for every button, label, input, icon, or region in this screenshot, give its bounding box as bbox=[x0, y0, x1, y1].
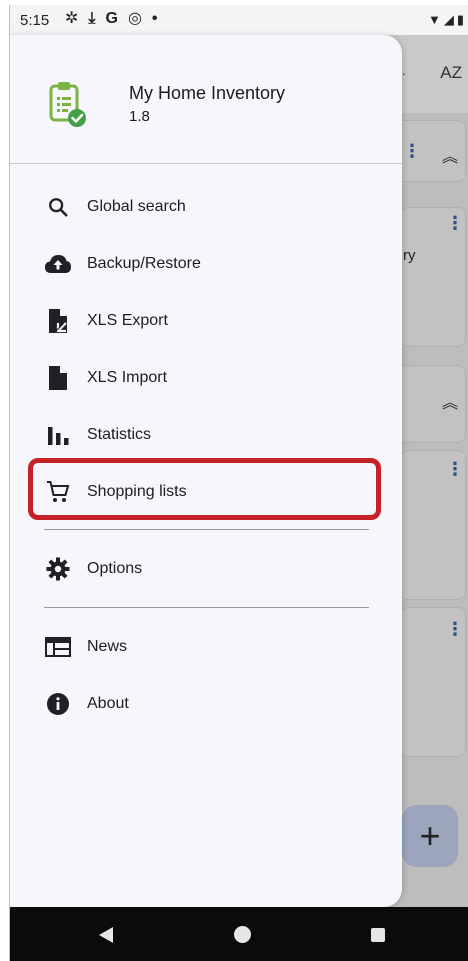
menu-item-label: About bbox=[87, 695, 129, 712]
add-fab-button[interactable]: + bbox=[402, 805, 458, 867]
app-logo-icon bbox=[49, 82, 86, 127]
more-vert-icon: ⋮ bbox=[403, 141, 421, 161]
menu-item-about[interactable]: About bbox=[10, 681, 402, 727]
menu-item-xls-import[interactable]: XLS Import bbox=[10, 355, 402, 401]
app-title: My Home Inventory bbox=[129, 83, 286, 103]
background-card-text: ry bbox=[403, 247, 416, 264]
menu-item-label: News bbox=[87, 638, 128, 655]
chevron-up-icon: ︽ bbox=[442, 395, 459, 412]
download-icon: ⤓ bbox=[88, 10, 96, 27]
search-icon bbox=[44, 193, 72, 221]
google-icon: G bbox=[105, 10, 118, 27]
chevron-up-icon: ︽ bbox=[442, 149, 459, 166]
menu-item-backup-restore[interactable]: Backup/Restore bbox=[10, 241, 402, 287]
more-vert-icon: ⋮ bbox=[446, 619, 464, 639]
signal-icon: ◢ bbox=[443, 12, 454, 27]
menu-item-options[interactable]: Options bbox=[10, 546, 402, 592]
menu-item-xls-export[interactable]: XLS Export bbox=[10, 298, 402, 344]
navigation-drawer: My Home Inventory 1.8 Global search Back… bbox=[10, 35, 402, 907]
sort-az-button[interactable]: AZ bbox=[440, 63, 462, 83]
menu-item-label: Global search bbox=[87, 198, 186, 215]
status-icons: ✲ ⤓ G ◎ • bbox=[65, 9, 158, 29]
header-divider bbox=[10, 163, 402, 164]
more-vert-icon: ⋮ bbox=[446, 213, 464, 233]
phone-screen: 5:15 ✲ ⤓ G ◎ • ▼ ◢ ▮ · AZ ⋮ ︽ ⋮ ry ︽ ⋮ ⋮… bbox=[9, 5, 468, 961]
cloud-upload-icon bbox=[44, 250, 72, 278]
info-icon bbox=[44, 690, 72, 718]
menu-item-news[interactable]: News bbox=[10, 624, 402, 670]
app-version: 1.8 bbox=[129, 108, 150, 125]
menu-item-statistics[interactable]: Statistics bbox=[10, 412, 402, 458]
recent-apps-icon[interactable] bbox=[371, 928, 385, 942]
bar-chart-icon bbox=[44, 421, 72, 449]
home-icon[interactable] bbox=[234, 926, 251, 943]
dot-icon: • bbox=[151, 10, 158, 27]
menu-item-global-search[interactable]: Global search bbox=[10, 184, 402, 230]
system-nav-bar bbox=[10, 907, 468, 961]
background-menu-dot: · bbox=[401, 65, 406, 81]
status-bar: 5:15 ✲ ⤓ G ◎ • ▼ ◢ ▮ bbox=[10, 5, 468, 35]
file-icon bbox=[44, 364, 72, 392]
gear-icon: ✲ bbox=[65, 10, 79, 27]
more-vert-icon: ⋮ bbox=[446, 459, 464, 479]
battery-icon: ▮ bbox=[456, 12, 464, 27]
status-time: 5:15 bbox=[20, 12, 50, 29]
menu-item-label: Backup/Restore bbox=[87, 255, 201, 272]
news-icon bbox=[44, 633, 72, 661]
menu-item-label: XLS Export bbox=[87, 312, 168, 329]
menu-item-label: XLS Import bbox=[87, 369, 168, 386]
menu-divider bbox=[44, 529, 369, 530]
back-icon[interactable] bbox=[99, 927, 113, 943]
menu-item-label: Statistics bbox=[87, 426, 152, 443]
status-right-icons: ▼ ◢ ▮ bbox=[428, 12, 464, 28]
menu-divider bbox=[44, 607, 369, 608]
file-export-icon bbox=[44, 307, 72, 335]
gear-icon bbox=[44, 555, 72, 583]
wifi-icon: ▼ bbox=[427, 12, 441, 27]
highlight-box bbox=[28, 458, 381, 520]
vpn-icon: ◎ bbox=[127, 10, 142, 27]
menu-item-label: Options bbox=[87, 560, 143, 577]
